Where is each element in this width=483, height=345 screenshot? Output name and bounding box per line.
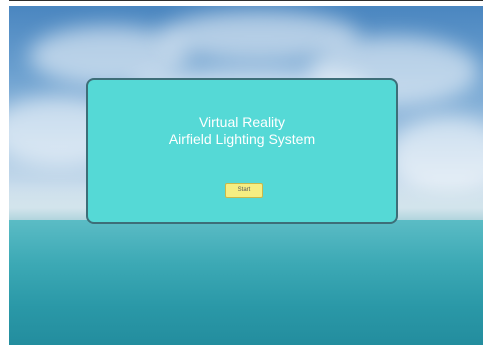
sea-surface	[9, 220, 483, 345]
start-button[interactable]: Start	[225, 183, 263, 198]
title-line-1: Virtual Reality	[198, 114, 286, 130]
window-top-border	[0, 0, 483, 1]
main-menu-panel: Virtual Reality Airfield Lighting System…	[86, 78, 398, 224]
title-line-2: Airfield Lighting System	[168, 131, 316, 147]
window-left-margin	[0, 0, 9, 345]
